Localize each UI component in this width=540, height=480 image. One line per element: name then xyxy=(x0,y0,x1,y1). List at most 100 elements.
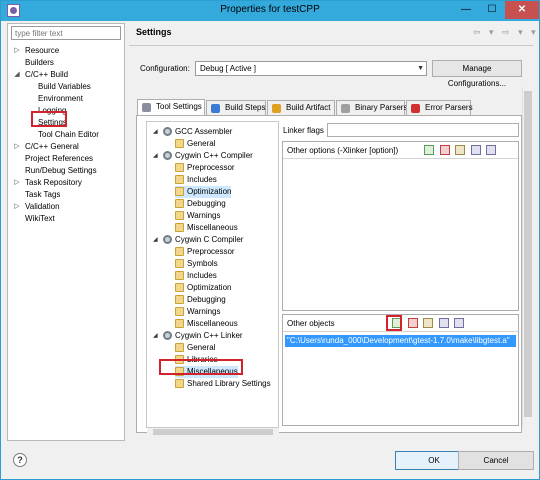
collapse-arrow-icon[interactable]: ◢ xyxy=(153,234,158,246)
tab-tool-settings[interactable]: Tool Settings xyxy=(137,99,205,115)
expand-arrow-icon[interactable]: ▷ xyxy=(13,201,21,213)
tree-item-includes[interactable]: Includes xyxy=(175,270,217,282)
tree-item-cygwin-c-compiler[interactable]: ◢ Cygwin C++ Compiler xyxy=(153,150,253,162)
collapse-arrow-icon[interactable]: ◢ xyxy=(153,150,158,162)
tab-build-artifact[interactable]: Build Artifact xyxy=(267,100,335,115)
tree-item-miscellaneous[interactable]: Miscellaneous xyxy=(175,318,238,330)
linker-flags-input[interactable] xyxy=(327,123,519,137)
manage-configurations-button[interactable]: Manage Configurations... xyxy=(432,60,522,88)
sidebar-item-c-c-general[interactable]: ▷ C/C++ General xyxy=(14,141,79,153)
scrollbar-thumb[interactable] xyxy=(153,429,273,435)
tree-item-general[interactable]: General xyxy=(175,138,215,150)
delete-icon[interactable] xyxy=(440,145,450,155)
tree-item-warnings[interactable]: Warnings xyxy=(175,306,221,318)
tree-item-label: Optimization xyxy=(187,187,232,196)
tab-error-parsers[interactable]: Error Parsers xyxy=(406,100,473,115)
title-bar: Properties for testCPP — ☐ ✕ xyxy=(1,1,539,21)
tree-item-debugging[interactable]: Debugging xyxy=(175,294,226,306)
other-options-header: Other options (-Xlinker [option]) xyxy=(283,142,518,159)
tree-item-gcc-assembler[interactable]: ◢ GCC Assembler xyxy=(153,126,232,138)
list-item[interactable]: "C:\Users\runda_000\Development\gtest-1.… xyxy=(285,335,516,347)
folder-icon xyxy=(175,223,184,232)
tree-item-label: General xyxy=(187,343,216,352)
sidebar-item-label: C/C++ Build xyxy=(25,70,69,79)
sidebar-item-environment[interactable]: Environment xyxy=(38,93,83,105)
help-icon[interactable]: ? xyxy=(13,453,27,467)
tree-item-cygwin-c-compiler[interactable]: ◢ Cygwin C Compiler xyxy=(153,234,244,246)
tab-build-steps[interactable]: Build Steps xyxy=(206,100,266,115)
sidebar-item-label: Tool Chain Editor xyxy=(38,130,99,139)
delete-icon[interactable] xyxy=(408,318,418,328)
sidebar-item-wikitext[interactable]: WikiText xyxy=(25,213,55,225)
expand-arrow-icon[interactable]: ▷ xyxy=(13,177,21,189)
sidebar-item-task-repository[interactable]: ▷ Task Repository xyxy=(14,177,82,189)
sidebar-item-project-references[interactable]: Project References xyxy=(25,153,93,165)
tool-settings-tree: ◢ GCC Assembler General ◢ Cygwin C++ Compile… xyxy=(146,121,279,428)
tree-item-label: Miscellaneous xyxy=(187,319,238,328)
close-button[interactable]: ✕ xyxy=(505,1,539,19)
history-nav-arrows[interactable]: ⇦ ▾ ⇨ ▾ ▾ xyxy=(473,27,539,38)
sidebar-item-label: WikiText xyxy=(25,214,55,223)
tab-label: Tool Settings xyxy=(156,102,202,111)
minimize-button[interactable]: — xyxy=(453,1,479,19)
folder-icon xyxy=(175,163,184,172)
tree-item-preprocessor[interactable]: Preprocessor xyxy=(175,162,235,174)
folder-icon xyxy=(175,271,184,280)
collapse-arrow-icon[interactable]: ◢ xyxy=(13,69,21,81)
tree-item-label: Cygwin C Compiler xyxy=(175,235,244,244)
tab-icon xyxy=(142,103,151,112)
move-down-icon[interactable] xyxy=(486,145,496,155)
cancel-button[interactable]: Cancel xyxy=(458,451,534,470)
tree-item-shared-library-settings[interactable]: Shared Library Settings xyxy=(175,378,271,390)
tree-item-label: Symbols xyxy=(187,259,218,268)
sidebar-item-build-variables[interactable]: Build Variables xyxy=(38,81,91,93)
folder-icon xyxy=(175,139,184,148)
tree-item-preprocessor[interactable]: Preprocessor xyxy=(175,246,235,258)
sidebar-item-task-tags[interactable]: Task Tags xyxy=(25,189,60,201)
sidebar-item-validation[interactable]: ▷ Validation xyxy=(14,201,59,213)
sidebar-item-label: Environment xyxy=(38,94,83,103)
folder-icon xyxy=(175,307,184,316)
move-up-icon[interactable] xyxy=(471,145,481,155)
tree-item-debugging[interactable]: Debugging xyxy=(175,198,226,210)
folder-icon xyxy=(175,199,184,208)
sidebar-item-resource[interactable]: ▷ Resource xyxy=(14,45,59,57)
edit-icon[interactable] xyxy=(423,318,433,328)
tab-label: Binary Parsers xyxy=(355,103,408,112)
sidebar-item-tool-chain-editor[interactable]: Tool Chain Editor xyxy=(38,129,99,141)
other-objects-label: Other objects xyxy=(287,319,335,328)
move-down-icon[interactable] xyxy=(454,318,464,328)
sidebar-item-run-debug-settings[interactable]: Run/Debug Settings xyxy=(25,165,97,177)
configuration-select[interactable]: Debug [ Active ] ▼ xyxy=(195,61,427,76)
tree-item-label: Includes xyxy=(187,271,217,280)
sidebar-item-builders[interactable]: Builders xyxy=(25,57,54,69)
move-up-icon[interactable] xyxy=(439,318,449,328)
edit-icon[interactable] xyxy=(455,145,465,155)
sidebar-item-label: Task Tags xyxy=(25,190,61,199)
tree-item-cygwin-c-linker[interactable]: ◢ Cygwin C++ Linker xyxy=(153,330,243,342)
expand-arrow-icon[interactable]: ▷ xyxy=(13,141,21,153)
sidebar-item-c-c-build[interactable]: ◢ C/C++ Build xyxy=(14,69,69,81)
tree-item-optimization[interactable]: Optimization xyxy=(175,282,231,294)
collapse-arrow-icon[interactable]: ◢ xyxy=(153,126,158,138)
vertical-scrollbar[interactable] xyxy=(522,87,532,427)
folder-icon xyxy=(175,379,184,388)
tree-item-optimization[interactable]: Optimization xyxy=(175,186,232,198)
maximize-button[interactable]: ☐ xyxy=(479,1,505,19)
tree-item-label: Warnings xyxy=(187,211,221,220)
tree-item-general[interactable]: General xyxy=(175,342,215,354)
properties-window: Properties for testCPP — ☐ ✕ ▷ Resource Bu… xyxy=(0,0,540,480)
tree-horizontal-scrollbar[interactable] xyxy=(147,428,279,436)
collapse-arrow-icon[interactable]: ◢ xyxy=(153,330,158,342)
filter-input[interactable] xyxy=(11,26,121,40)
add-icon[interactable] xyxy=(424,145,434,155)
expand-arrow-icon[interactable]: ▷ xyxy=(13,45,21,57)
sidebar-item-label: Builders xyxy=(25,58,54,67)
tree-item-includes[interactable]: Includes xyxy=(175,174,217,186)
tree-item-symbols[interactable]: Symbols xyxy=(175,258,218,270)
tree-item-warnings[interactable]: Warnings xyxy=(175,210,221,222)
scrollbar-thumb[interactable] xyxy=(524,91,532,417)
tab-binary-parsers[interactable]: Binary Parsers xyxy=(336,100,408,115)
tree-item-miscellaneous[interactable]: Miscellaneous xyxy=(175,222,238,234)
tree-item-label: Preprocessor xyxy=(187,163,235,172)
